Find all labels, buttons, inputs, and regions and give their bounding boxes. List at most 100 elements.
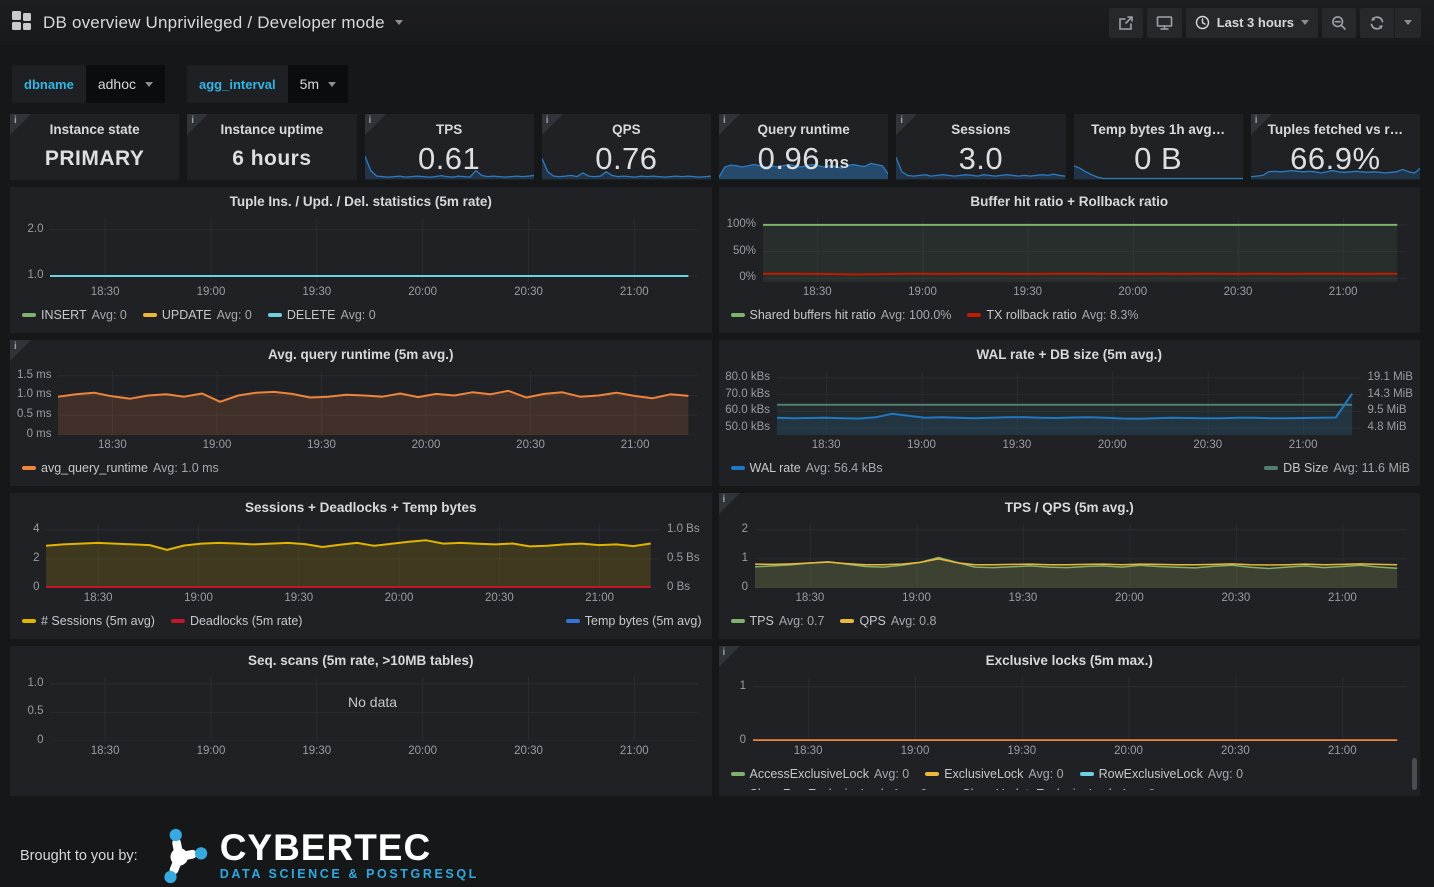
x-tick-label: 19:00 — [188, 745, 234, 757]
x-tick-label: 19:30 — [294, 286, 340, 298]
chart-title[interactable]: TPS / QPS (5m avg.) — [719, 493, 1421, 520]
legend-item[interactable]: Shared buffers hit ratioAvg: 100.0% — [731, 305, 952, 325]
chart-panel-5: iTPS / QPS (5m avg.)01218:3019:0019:3020… — [719, 493, 1421, 639]
x-tick-label: 19:30 — [276, 592, 322, 604]
chart-title[interactable]: WAL rate + DB size (5m avg.) — [719, 340, 1421, 367]
legend-item[interactable]: INSERTAvg: 0 — [22, 305, 127, 325]
legend-item[interactable]: QPSAvg: 0.8 — [840, 611, 936, 631]
stat-title[interactable]: Tuples fetched vs r… — [1251, 114, 1420, 137]
legend-scrollbar[interactable] — [1412, 758, 1417, 790]
share-icon — [1118, 15, 1134, 31]
y-tick-label: 1.0 ms — [12, 388, 52, 400]
chart-title[interactable]: Buffer hit ratio + Rollback ratio — [719, 187, 1421, 214]
no-data-label: No data — [348, 694, 397, 710]
y-tick-label: 50% — [720, 245, 756, 257]
panel-info-icon[interactable]: i — [719, 114, 740, 135]
panel-info-icon[interactable]: i — [719, 493, 740, 514]
panel-info-icon[interactable]: i — [1251, 114, 1272, 135]
legend-item[interactable]: avg_query_runtimeAvg: 1.0 ms — [22, 458, 219, 478]
stat-title[interactable]: Instance state — [10, 114, 179, 137]
zoom-out-button[interactable] — [1322, 8, 1356, 38]
legend-swatch — [171, 619, 185, 623]
chart-title[interactable]: Seq. scans (5m rate, >10MB tables) — [10, 646, 712, 673]
x-axis-labels: 18:3019:0019:3020:0020:3021:00 — [719, 745, 1421, 761]
chart-body: 012 — [719, 524, 1421, 588]
legend-item[interactable]: ExclusiveLockAvg: 0 — [925, 764, 1063, 784]
stat-title[interactable]: TPS — [365, 114, 534, 137]
x-tick-label: 19:00 — [899, 286, 945, 298]
zoom-out-icon — [1331, 15, 1347, 31]
legend-value: Avg: 8.3% — [1082, 305, 1139, 325]
chart-legend: Shared buffers hit ratioAvg: 100.0% TX ro… — [731, 305, 1411, 325]
stat-value: 3.0 — [896, 138, 1065, 180]
chart-title[interactable]: Exclusive locks (5m max.) — [719, 646, 1421, 673]
chart-title[interactable]: Avg. query runtime (5m avg.) — [10, 340, 712, 367]
legend-swatch — [22, 619, 36, 623]
panel-info-icon[interactable]: i — [10, 114, 31, 135]
grafana-apps-icon[interactable] — [12, 10, 33, 36]
panel-info-icon[interactable]: i — [365, 114, 386, 135]
legend-value: Avg: 0.7 — [779, 611, 825, 631]
x-tick-label: 18:30 — [794, 286, 840, 298]
chart-body: 1.02.0 — [10, 218, 712, 282]
y-tick-label: 4 — [12, 523, 40, 535]
clock-icon — [1195, 15, 1210, 30]
x-tick-label: 19:30 — [298, 439, 344, 451]
stat-panel-temp-bytes-1h-avg-: Temp bytes 1h avg…0 B — [1074, 114, 1243, 180]
x-tick-label: 19:30 — [1000, 592, 1046, 604]
variable-label: agg_interval — [187, 65, 288, 103]
variable-agg_interval[interactable]: agg_interval5m — [187, 65, 348, 103]
legend-item[interactable]: ShareRowExclusiveLockAvg: 0 — [731, 784, 928, 790]
chart-title[interactable]: Tuple Ins. / Upd. / Del. statistics (5m … — [10, 187, 712, 214]
legend-item[interactable]: ShareUpdateExclusiveLockAvg: 0 — [943, 784, 1155, 790]
legend-item[interactable]: DB SizeAvg: 11.6 MiB — [1264, 458, 1410, 478]
x-tick-label: 18:30 — [89, 439, 135, 451]
share-button[interactable] — [1109, 8, 1143, 38]
legend-item[interactable]: RowExclusiveLockAvg: 0 — [1080, 764, 1243, 784]
x-tick-label: 21:00 — [1280, 439, 1326, 451]
variable-value-dropdown[interactable]: 5m — [288, 65, 348, 103]
x-axis-labels: 18:3019:0019:3020:0020:3021:00 — [10, 439, 712, 455]
panel-info-icon[interactable]: i — [719, 646, 740, 667]
stat-title[interactable]: Instance uptime — [187, 114, 356, 137]
variable-value-dropdown[interactable]: adhoc — [86, 65, 165, 103]
legend-item[interactable]: TPSAvg: 0.7 — [731, 611, 825, 631]
time-range-picker[interactable]: Last 3 hours — [1186, 8, 1318, 38]
x-axis-labels: 18:3019:0019:3020:0020:3021:00 — [719, 286, 1421, 302]
stat-title[interactable]: Query runtime — [719, 114, 888, 137]
stat-title[interactable]: QPS — [542, 114, 711, 137]
legend-value: Avg: 0 — [874, 764, 909, 784]
chevron-down-icon[interactable] — [395, 20, 403, 25]
panel-info-icon[interactable]: i — [542, 114, 563, 135]
y-tick-label: 1.0 — [12, 677, 44, 689]
variable-dbname[interactable]: dbnameadhoc — [12, 65, 165, 103]
x-tick-label: 20:30 — [508, 439, 554, 451]
dashboard-title[interactable]: DB overview Unprivileged / Developer mod… — [43, 13, 385, 33]
stat-title[interactable]: Sessions — [896, 114, 1065, 137]
chart-title[interactable]: Sessions + Deadlocks + Temp bytes — [10, 493, 712, 520]
panel-info-icon[interactable]: i — [187, 114, 208, 135]
y-tick-label: 1.5 ms — [12, 369, 52, 381]
legend-swatch — [731, 619, 745, 623]
chart-panel-4: Sessions + Deadlocks + Temp bytes0240 Bs… — [10, 493, 712, 639]
legend-item[interactable]: UPDATEAvg: 0 — [143, 305, 252, 325]
legend-item[interactable]: TX rollback ratioAvg: 8.3% — [967, 305, 1138, 325]
legend-item[interactable]: AccessExclusiveLockAvg: 0 — [731, 764, 910, 784]
x-tick-label: 20:30 — [1185, 439, 1231, 451]
panel-info-icon[interactable]: i — [10, 340, 31, 361]
legend-item[interactable]: DELETEAvg: 0 — [268, 305, 376, 325]
legend-value: Avg: 0 — [92, 305, 127, 325]
kiosk-mode-button[interactable] — [1147, 8, 1182, 38]
panel-info-icon[interactable]: i — [896, 114, 917, 135]
stat-unit: ms — [824, 153, 850, 173]
stat-value-text: 0.61 — [418, 141, 480, 177]
refresh-button[interactable] — [1360, 8, 1394, 38]
tv-kiosk-icon — [1156, 15, 1173, 31]
legend-item[interactable]: WAL rateAvg: 56.4 kBs — [731, 458, 883, 478]
stat-title[interactable]: Temp bytes 1h avg… — [1074, 114, 1243, 137]
brought-to-you-by-label: Brought to you by: — [20, 848, 138, 864]
legend-item[interactable]: Deadlocks (5m rate) — [171, 611, 303, 631]
refresh-interval-button[interactable] — [1395, 8, 1421, 38]
legend-item[interactable]: # Sessions (5m avg) — [22, 611, 155, 631]
legend-item[interactable]: Temp bytes (5m avg) — [566, 611, 702, 631]
